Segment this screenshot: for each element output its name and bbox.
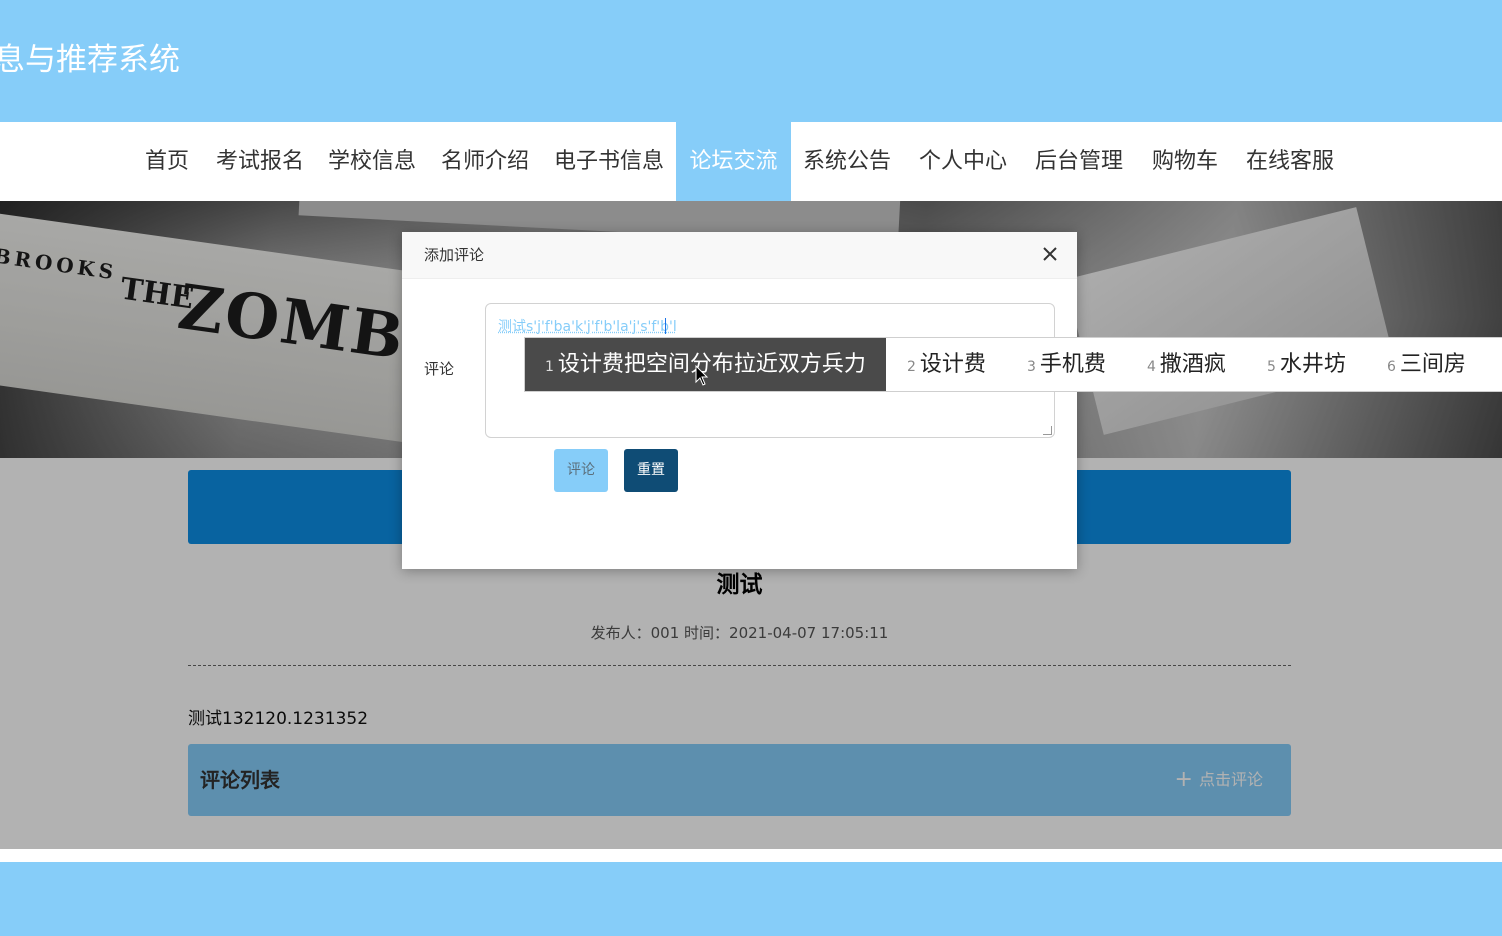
mouse-cursor-icon (695, 365, 709, 386)
ime-candidate-text: 设计费把空间分布拉近双方兵力 (557, 352, 866, 377)
nav-item-personal-center[interactable]: 个人中心 (911, 122, 1015, 201)
ime-candidate-text: 手机费 (1039, 352, 1106, 377)
ime-candidate-number: 1 (545, 359, 554, 375)
nav-item-school-info[interactable]: 学校信息 (320, 122, 424, 201)
ime-candidate-text: 设计费 (919, 352, 986, 377)
nav-item-home[interactable]: 首页 (136, 122, 198, 201)
nav-item-forum[interactable]: 论坛交流 (676, 122, 791, 201)
site-title: 息与推荐系统 (0, 42, 180, 78)
dialog-header: 添加评论 (402, 232, 1077, 279)
nav-item-admin[interactable]: 后台管理 (1027, 122, 1131, 201)
ime-candidate-number: 3 (1027, 359, 1036, 375)
header-band: 息与推荐系统 (0, 0, 1502, 122)
ime-candidate-number: 6 (1387, 359, 1396, 375)
text-caret (665, 318, 666, 334)
ime-candidate-number: 4 (1147, 359, 1156, 375)
nav-item-exam-registration[interactable]: 考试报名 (208, 122, 312, 201)
main-nav: 首页 考试报名 学校信息 名师介绍 电子书信息 论坛交流 系统公告 个人中心 后… (0, 122, 1502, 201)
submit-comment-button[interactable]: 评论 (554, 449, 608, 492)
nav-item-online-service[interactable]: 在线客服 (1237, 122, 1343, 201)
resize-grip-icon[interactable] (1043, 426, 1052, 435)
comment-input-value: 测试s'j'f'ba'k'j'f'b'la'j's'f'b'l (498, 319, 677, 335)
ime-candidate-number: 5 (1267, 359, 1276, 375)
ime-candidate-5[interactable]: 5 水井坊 (1247, 338, 1346, 391)
ime-candidate-text: 水井坊 (1279, 352, 1346, 377)
reset-button[interactable]: 重置 (624, 449, 678, 492)
add-comment-dialog: 添加评论 评论 测试s'j'f'ba'k'j'f'b'la'j's'f'b'l … (402, 232, 1077, 569)
ime-candidate-text: 三间房 (1399, 352, 1466, 377)
ime-candidate-6[interactable]: 6 三间房 (1367, 338, 1466, 391)
ime-candidate-bar: 1 设计费把空间分布拉近双方兵力 2 设计费 3 手机费 4 撒酒疯 5 水井坊 6 三间房 (524, 337, 1502, 392)
ime-candidate-text: 撒酒疯 (1159, 352, 1226, 377)
ime-candidate-number: 2 (907, 359, 916, 375)
footer-band (0, 862, 1502, 936)
nav-item-announcements[interactable]: 系统公告 (795, 122, 899, 201)
ime-candidate-4[interactable]: 4 撒酒疯 (1127, 338, 1226, 391)
nav-item-ebooks[interactable]: 电子书信息 (546, 122, 672, 201)
ime-candidate-3[interactable]: 3 手机费 (1007, 338, 1106, 391)
ime-candidate-2[interactable]: 2 设计费 (887, 338, 986, 391)
close-icon[interactable] (1039, 243, 1061, 265)
nav-item-cart[interactable]: 购物车 (1143, 122, 1227, 201)
nav-item-teachers[interactable]: 名师介绍 (433, 122, 537, 201)
comment-field-label: 评论 (424, 360, 455, 378)
dialog-title: 添加评论 (424, 246, 485, 264)
